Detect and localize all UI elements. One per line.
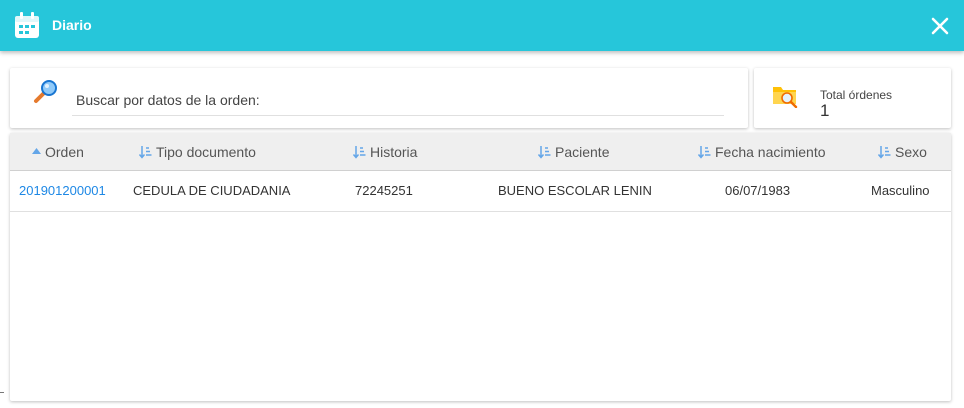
- total-orders-label: Total órdenes: [820, 88, 893, 102]
- history-cell: 72245251: [355, 183, 413, 198]
- column-header-fecha-nacimiento[interactable]: Fecha nacimiento: [698, 144, 826, 160]
- sex-cell: Masculino: [871, 183, 930, 198]
- sort-icon: [139, 146, 152, 159]
- folder-search-icon: [773, 87, 798, 108]
- column-label: Orden: [45, 144, 84, 160]
- column-label: Tipo documento: [156, 144, 256, 160]
- window-title: Diario: [52, 17, 92, 33]
- column-header-sexo[interactable]: Sexo: [878, 144, 927, 160]
- column-header-historia[interactable]: Historia: [353, 144, 417, 160]
- title-bar: Diario: [0, 0, 964, 51]
- column-label: Sexo: [895, 144, 927, 160]
- order-number-link[interactable]: 201901200001: [19, 183, 106, 198]
- document-type-cell: CEDULA DE CIUDADANIA: [133, 183, 291, 198]
- table-header: Orden Tipo documento Historia Paciente F…: [10, 133, 951, 171]
- orders-table: Orden Tipo documento Historia Paciente F…: [10, 133, 951, 401]
- patient-cell: BUENO ESCOLAR LENIN: [498, 183, 652, 198]
- column-label: Historia: [370, 144, 418, 160]
- column-header-orden[interactable]: Orden: [32, 144, 84, 160]
- column-header-tipo-documento[interactable]: Tipo documento: [139, 144, 256, 160]
- sort-icon: [878, 146, 891, 159]
- column-label: Fecha nacimiento: [715, 144, 826, 160]
- divider: [0, 392, 4, 393]
- sort-icon: [353, 146, 366, 159]
- total-orders-card: Total órdenes 1: [754, 68, 951, 128]
- column-label: Paciente: [555, 144, 610, 160]
- table-row[interactable]: 201901200001 CEDULA DE CIUDADANIA 722452…: [10, 171, 951, 212]
- sort-icon: [698, 146, 711, 159]
- search-card: [10, 68, 748, 128]
- search-icon: [34, 80, 57, 103]
- search-input[interactable]: [72, 84, 724, 116]
- sort-icon: [538, 146, 551, 159]
- close-icon[interactable]: [930, 16, 950, 36]
- birth-date-cell: 06/07/1983: [725, 183, 791, 198]
- sort-ascending-icon: [32, 147, 41, 154]
- total-orders-value: 1: [820, 101, 830, 120]
- calendar-icon: [15, 12, 39, 38]
- column-header-paciente[interactable]: Paciente: [538, 144, 609, 160]
